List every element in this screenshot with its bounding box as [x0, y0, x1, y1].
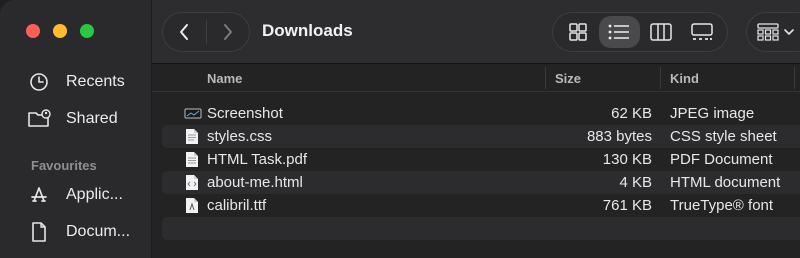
chevron-down-icon — [784, 29, 794, 36]
sidebar-item-label: Recents — [66, 73, 125, 90]
file-size: 761 KB — [602, 197, 652, 214]
css-file-icon — [184, 128, 200, 145]
sidebar-item-label: Applic... — [66, 186, 123, 203]
gallery-view-button[interactable] — [682, 16, 724, 48]
back-button[interactable] — [163, 13, 206, 51]
file-name: calibril.ttf — [207, 197, 267, 214]
file-list: Name Size Kind Screenshot 62 KB JPEG ima… — [152, 64, 800, 258]
column-header-size[interactable]: Size — [555, 71, 581, 86]
window-title: Downloads — [262, 21, 353, 40]
file-name: HTML Task.pdf — [207, 151, 308, 168]
file-row[interactable]: calibril.ttf 761 KB TrueType® font — [162, 194, 800, 217]
column-divider[interactable] — [545, 67, 546, 89]
column-divider[interactable] — [794, 67, 795, 89]
file-name: styles.css — [207, 128, 273, 145]
sidebar-item-applications[interactable]: Applic... — [26, 180, 148, 210]
sidebar: Recents Shared Favourites Applic... Docu… — [0, 0, 152, 258]
sidebar-item-shared[interactable]: Shared — [26, 104, 148, 134]
list-icon — [608, 24, 630, 40]
file-row[interactable]: styles.css 883 bytes CSS style sheet — [162, 125, 800, 148]
empty-row — [162, 217, 800, 240]
image-file-icon — [184, 105, 202, 122]
column-header-kind[interactable]: Kind — [670, 71, 699, 86]
file-size: 130 KB — [602, 151, 652, 168]
list-view-button[interactable] — [598, 16, 640, 48]
sidebar-item-documents[interactable]: Docum... — [26, 217, 148, 247]
file-size: 4 KB — [619, 174, 652, 191]
file-row[interactable]: Screenshot 62 KB JPEG image — [162, 102, 800, 125]
grid-icon — [569, 23, 587, 41]
close-button[interactable] — [26, 24, 40, 38]
file-row[interactable]: HTML Task.pdf 130 KB PDF Document — [162, 148, 800, 171]
column-header-name[interactable]: Name — [207, 71, 242, 86]
columns-icon — [650, 23, 672, 41]
sidebar-section-heading: Favourites — [31, 158, 97, 173]
toolbar: Downloads — [152, 0, 800, 64]
column-divider[interactable] — [660, 67, 661, 89]
sidebar-item-label: Docum... — [66, 223, 131, 240]
file-size: 883 bytes — [586, 128, 652, 145]
file-row[interactable]: about-me.html 4 KB HTML document — [162, 171, 800, 194]
pdf-file-icon — [184, 151, 200, 168]
sidebar-item-recents[interactable]: Recents — [26, 67, 148, 97]
chevron-left-icon — [180, 24, 189, 40]
group-icon — [757, 23, 779, 41]
shared-folder-icon — [26, 107, 52, 131]
gallery-icon — [691, 23, 713, 40]
clock-icon — [26, 70, 52, 94]
file-kind: PDF Document — [670, 151, 773, 168]
document-icon — [26, 220, 52, 244]
group-by-button[interactable] — [746, 12, 800, 52]
icon-view-button[interactable] — [557, 16, 599, 48]
file-size: 62 KB — [611, 105, 652, 122]
view-mode-selector — [552, 12, 728, 52]
column-header-row: Name Size Kind — [152, 64, 800, 92]
zoom-button[interactable] — [80, 24, 94, 38]
applications-icon — [26, 183, 52, 207]
forward-button[interactable] — [206, 13, 249, 51]
file-kind: JPEG image — [670, 105, 755, 122]
file-kind: CSS style sheet — [670, 128, 777, 145]
column-view-button[interactable] — [640, 16, 682, 48]
chevron-right-icon — [223, 24, 232, 40]
finder-window: Recents Shared Favourites Applic... Docu… — [0, 0, 800, 258]
navigation-buttons — [162, 12, 250, 52]
minimize-button[interactable] — [53, 24, 67, 38]
file-name: about-me.html — [207, 174, 303, 191]
font-file-icon — [184, 197, 200, 214]
file-name: Screenshot — [207, 105, 283, 122]
html-file-icon — [184, 174, 200, 191]
sidebar-item-label: Shared — [66, 110, 118, 127]
file-kind: TrueType® font — [670, 197, 774, 214]
file-kind: HTML document — [670, 174, 781, 191]
